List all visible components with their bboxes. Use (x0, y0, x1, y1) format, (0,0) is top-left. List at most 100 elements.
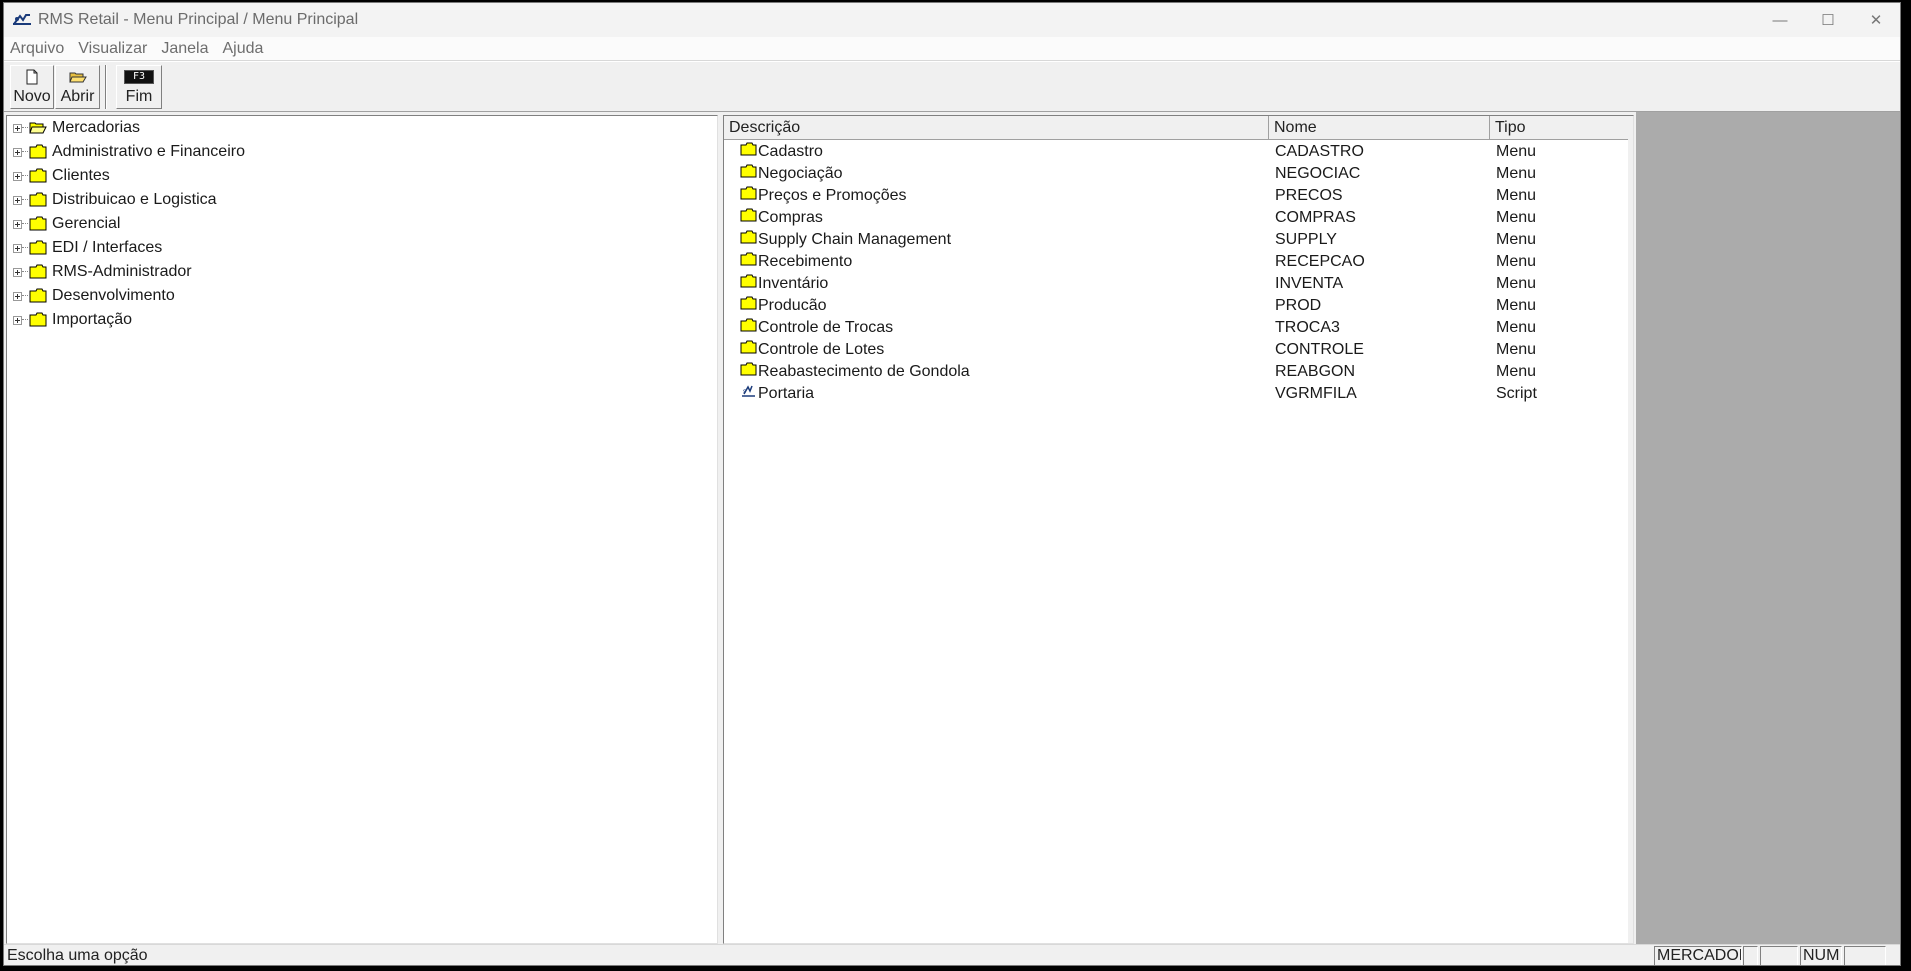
folder-icon (29, 288, 47, 303)
folder-icon (740, 164, 757, 178)
menu-arquivo[interactable]: Arquivo (4, 40, 71, 58)
fim-button[interactable]: F3 Fim (116, 65, 162, 109)
folder-icon (29, 216, 47, 231)
new-document-icon (25, 66, 39, 88)
tree-item-label: EDI / Interfaces (52, 239, 163, 256)
open-folder-icon (68, 66, 87, 88)
status-panel-user: MERCADOR (1654, 946, 1742, 965)
novo-button[interactable]: Novo (10, 65, 54, 109)
list-item[interactable]: Inventário INVENTA Menu (724, 273, 1630, 295)
toolbar-separator (105, 65, 107, 109)
f3-key-icon: F3 (123, 66, 155, 88)
menu-ajuda[interactable]: Ajuda (215, 40, 270, 58)
minimize-button[interactable]: — (1756, 3, 1804, 37)
folder-icon (29, 240, 47, 255)
cell-tipo: Script (1496, 385, 1537, 402)
status-panel-ovr (1760, 946, 1798, 965)
cell-descricao: Cadastro (758, 143, 823, 160)
fim-label: Fim (125, 88, 153, 105)
folder-icon (29, 312, 47, 327)
cell-tipo: Menu (1496, 165, 1537, 182)
close-button[interactable]: ✕ (1852, 3, 1900, 37)
cell-tipo: Menu (1496, 187, 1537, 204)
list-item[interactable]: Recebimento RECEPCAO Menu (724, 251, 1630, 273)
expand-toggle[interactable] (13, 123, 22, 133)
status-message: Escolha uma opção (7, 947, 148, 964)
list-item[interactable]: Preços e Promoções PRECOS Menu (724, 185, 1630, 207)
cell-descricao: Producão (758, 297, 827, 314)
tree-item-label: RMS-Administrador (52, 263, 192, 280)
list-item[interactable]: Cadastro CADASTRO Menu (724, 141, 1630, 163)
toolbar: Novo Abrir F3 Fim (4, 61, 1900, 112)
list-item[interactable]: Controle de Lotes CONTROLE Menu (724, 339, 1630, 361)
cell-descricao: Reabastecimento de Gondola (758, 363, 970, 380)
tree-item-label: Gerencial (52, 215, 121, 232)
cell-descricao: Portaria (758, 385, 815, 402)
tree-item-label: Mercadorias (52, 119, 141, 136)
tree-item-label: Clientes (52, 167, 110, 184)
cell-nome: COMPRAS (1275, 209, 1356, 226)
expand-toggle[interactable] (13, 315, 22, 325)
window-controls: — ☐ ✕ (1756, 3, 1900, 37)
tree-item-label: Distribuicao e Logistica (52, 191, 217, 208)
column-header-nome[interactable]: Nome (1269, 116, 1490, 139)
list-item[interactable]: Supply Chain Management SUPPLY Menu (724, 229, 1630, 251)
tree-item-label: Administrativo e Financeiro (52, 143, 245, 160)
abrir-button[interactable]: Abrir (55, 65, 100, 109)
cell-nome: CADASTRO (1275, 143, 1364, 160)
status-bar: Escolha uma opção MERCADOR NUM (4, 944, 1900, 965)
expand-toggle[interactable] (13, 219, 22, 229)
cell-descricao: Controle de Trocas (758, 319, 894, 336)
list-item[interactable]: Controle de Trocas TROCA3 Menu (724, 317, 1630, 339)
status-panel-caps (1743, 946, 1758, 965)
cell-nome: NEGOCIAC (1275, 165, 1361, 182)
folder-icon (29, 168, 47, 183)
list-item[interactable]: Compras COMPRAS Menu (724, 207, 1630, 229)
status-panel-num: NUM (1800, 946, 1842, 965)
window-title: RMS Retail - Menu Principal / Menu Princ… (38, 11, 359, 28)
expand-toggle[interactable] (13, 267, 22, 277)
expand-toggle[interactable] (13, 171, 22, 181)
expand-toggle[interactable] (13, 195, 22, 205)
title-bar[interactable]: RMS Retail - Menu Principal / Menu Princ… (4, 3, 1900, 37)
cell-nome: TROCA3 (1275, 319, 1340, 336)
folder-icon (740, 208, 757, 222)
main-window: RMS Retail - Menu Principal / Menu Princ… (3, 2, 1901, 966)
cell-tipo: Menu (1496, 363, 1537, 380)
list-header: Descrição Nome Tipo (724, 116, 1630, 140)
column-header-tipo[interactable]: Tipo (1490, 116, 1630, 139)
folder-icon (740, 340, 757, 354)
cell-descricao: Supply Chain Management (758, 231, 952, 248)
folder-icon (740, 186, 757, 200)
column-header-descricao[interactable]: Descrição (724, 116, 1269, 139)
list-item[interactable]: Negociação NEGOCIAC Menu (724, 163, 1630, 185)
cell-nome: VGRMFILA (1275, 385, 1357, 402)
cell-nome: PROD (1275, 297, 1322, 314)
expand-toggle[interactable] (13, 291, 22, 301)
menu-janela[interactable]: Janela (154, 40, 215, 58)
cell-descricao: Controle de Lotes (758, 341, 885, 358)
list-scrollbar[interactable] (1628, 116, 1633, 943)
cell-tipo: Menu (1496, 143, 1537, 160)
folder-icon (29, 264, 47, 279)
menu-tree[interactable]: Mercadorias Administrativo e Financeiro … (6, 115, 718, 944)
expand-toggle[interactable] (13, 147, 22, 157)
mdi-background (1636, 112, 1900, 944)
menu-list-view[interactable]: Descrição Nome Tipo Cadastro CADASTRO Menu… (723, 115, 1634, 944)
cell-descricao: Compras (758, 209, 823, 226)
maximize-button[interactable]: ☐ (1804, 3, 1852, 37)
script-icon: s (742, 385, 755, 397)
folder-icon (740, 274, 757, 288)
list-item[interactable]: s Portaria VGRMFILA Script (724, 383, 1630, 405)
folder-icon (740, 230, 757, 244)
list-item[interactable]: Producão PROD Menu (724, 295, 1630, 317)
list-item[interactable]: Reabastecimento de Gondola REABGON Menu (724, 361, 1630, 383)
f3-key-label: F3 (123, 70, 155, 84)
status-panel-scrl (1844, 946, 1886, 965)
cell-tipo: Menu (1496, 253, 1537, 270)
expand-toggle[interactable] (13, 243, 22, 253)
cell-nome: RECEPCAO (1275, 253, 1365, 270)
cell-nome: INVENTA (1275, 275, 1344, 292)
menu-visualizar[interactable]: Visualizar (71, 40, 154, 58)
cell-tipo: Menu (1496, 341, 1537, 358)
